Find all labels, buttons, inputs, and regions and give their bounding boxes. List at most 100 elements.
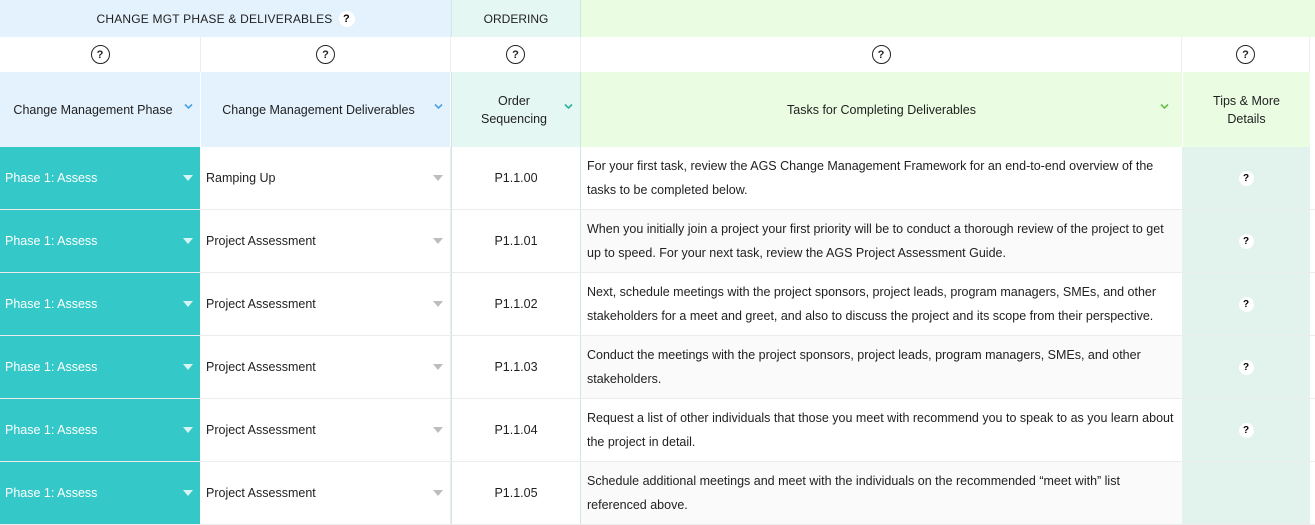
dropdown-caret-icon[interactable]: [183, 238, 193, 244]
task-text: Next, schedule meetings with the project…: [587, 285, 1157, 323]
phase-dropdown[interactable]: Phase 1: Assess: [0, 147, 201, 209]
table-row: Phase 1: Assess Project Assessment P1.1.…: [0, 336, 1315, 399]
order-cell[interactable]: P1.1.01: [451, 210, 581, 272]
task-cell[interactable]: Schedule additional meetings and meet wi…: [581, 462, 1182, 524]
tips-label-line1: Tips & More: [1213, 93, 1280, 108]
task-cell[interactable]: For your first task, review the AGS Chan…: [581, 147, 1182, 209]
phase-dropdown[interactable]: Phase 1: Assess: [0, 336, 201, 398]
phase-value: Phase 1: Assess: [5, 234, 98, 248]
deliverable-value: Project Assessment: [206, 360, 316, 374]
order-value: P1.1.04: [494, 423, 538, 437]
order-value: P1.1.03: [494, 360, 538, 374]
column-header-tips[interactable]: Tips & More Details: [1182, 72, 1310, 147]
phase-value: Phase 1: Assess: [5, 486, 98, 500]
chevron-down-icon[interactable]: [563, 101, 574, 112]
order-cell[interactable]: P1.1.00: [451, 147, 581, 209]
phase-value: Phase 1: Assess: [5, 423, 98, 437]
group-header-change-mgt-label: CHANGE MGT PHASE & DELIVERABLES: [96, 11, 333, 26]
data-rows: Phase 1: Assess Ramping Up P1.1.00 For y…: [0, 147, 1315, 525]
tips-help-icon[interactable]: ?: [1238, 170, 1254, 186]
task-text: For your first task, review the AGS Chan…: [587, 159, 1154, 197]
phase-dropdown[interactable]: Phase 1: Assess: [0, 210, 201, 272]
group-header-ordering: ORDERING: [451, 0, 581, 37]
tips-help-icon[interactable]: ?: [1238, 359, 1254, 375]
dropdown-caret-icon[interactable]: [433, 301, 443, 307]
task-text: Conduct the meetings with the project sp…: [587, 348, 1141, 386]
deliverable-dropdown[interactable]: Project Assessment: [201, 273, 451, 335]
table-row: Phase 1: Assess Project Assessment P1.1.…: [0, 273, 1315, 336]
dropdown-caret-icon[interactable]: [183, 175, 193, 181]
dropdown-caret-icon[interactable]: [433, 490, 443, 496]
tips-help-icon[interactable]: ?: [1238, 233, 1254, 249]
task-text: Request a list of other individuals that…: [587, 411, 1174, 449]
dropdown-caret-icon[interactable]: [433, 175, 443, 181]
group-header-row: CHANGE MGT PHASE & DELIVERABLES ? ORDERI…: [0, 0, 1315, 37]
order-label-line2: Sequencing: [480, 111, 548, 126]
dropdown-caret-icon[interactable]: [433, 427, 443, 433]
help-deliverables-icon[interactable]: ?: [316, 45, 335, 64]
help-tips-icon[interactable]: ?: [1236, 45, 1255, 64]
task-cell[interactable]: Next, schedule meetings with the project…: [581, 273, 1182, 335]
dropdown-caret-icon[interactable]: [433, 238, 443, 244]
tips-help-icon[interactable]: ?: [1238, 422, 1254, 438]
dropdown-caret-icon[interactable]: [183, 490, 193, 496]
tips-label-line2: Details: [1227, 111, 1266, 126]
tips-cell[interactable]: [1182, 462, 1310, 524]
column-header-tips-label: Tips & More Details: [1213, 92, 1280, 128]
tips-cell[interactable]: ?: [1182, 147, 1310, 209]
task-cell[interactable]: When you initially join a project your f…: [581, 210, 1182, 272]
order-cell[interactable]: P1.1.03: [451, 336, 581, 398]
phase-dropdown[interactable]: Phase 1: Assess: [0, 462, 201, 524]
task-cell[interactable]: Conduct the meetings with the project sp…: [581, 336, 1182, 398]
dropdown-caret-icon[interactable]: [183, 427, 193, 433]
dropdown-caret-icon[interactable]: [183, 301, 193, 307]
help-cell-tasks: ?: [581, 37, 1182, 72]
column-header-order[interactable]: Order Sequencing: [451, 72, 581, 147]
row-edge: [1310, 273, 1315, 335]
spreadsheet-grid: CHANGE MGT PHASE & DELIVERABLES ? ORDERI…: [0, 0, 1315, 525]
deliverable-value: Project Assessment: [206, 297, 316, 311]
help-row: ? ? ? ? ?: [0, 37, 1315, 72]
deliverable-dropdown[interactable]: Project Assessment: [201, 399, 451, 461]
group-header-ordering-label: ORDERING: [483, 11, 549, 26]
phase-dropdown[interactable]: Phase 1: Assess: [0, 273, 201, 335]
deliverable-dropdown[interactable]: Ramping Up: [201, 147, 451, 209]
order-cell[interactable]: P1.1.04: [451, 399, 581, 461]
deliverable-dropdown[interactable]: Project Assessment: [201, 462, 451, 524]
row-edge: [1310, 336, 1315, 398]
help-order-icon[interactable]: ?: [506, 45, 525, 64]
deliverable-dropdown[interactable]: Project Assessment: [201, 336, 451, 398]
row-edge: [1310, 210, 1315, 272]
chevron-down-icon[interactable]: [183, 101, 194, 112]
column-header-tasks[interactable]: Tasks for Completing Deliverables: [581, 72, 1182, 147]
help-cell-tips: ?: [1182, 37, 1310, 72]
dropdown-caret-icon[interactable]: [433, 364, 443, 370]
chevron-down-icon[interactable]: [433, 101, 444, 112]
tips-cell[interactable]: ?: [1182, 399, 1310, 461]
deliverable-value: Project Assessment: [206, 486, 316, 500]
tips-cell[interactable]: ?: [1182, 336, 1310, 398]
phase-value: Phase 1: Assess: [5, 360, 98, 374]
dropdown-caret-icon[interactable]: [183, 364, 193, 370]
task-cell[interactable]: Request a list of other individuals that…: [581, 399, 1182, 461]
tips-cell[interactable]: ?: [1182, 273, 1310, 335]
phase-dropdown[interactable]: Phase 1: Assess: [0, 399, 201, 461]
group-header-tasks: [581, 0, 1315, 37]
order-value: P1.1.00: [494, 171, 538, 185]
tips-cell[interactable]: ?: [1182, 210, 1310, 272]
column-header-phase[interactable]: Change Management Phase: [0, 72, 201, 147]
order-cell[interactable]: P1.1.02: [451, 273, 581, 335]
column-header-deliverables[interactable]: Change Management Deliverables: [201, 72, 451, 147]
help-phase-icon[interactable]: ?: [90, 45, 110, 64]
group-header-change-mgt: CHANGE MGT PHASE & DELIVERABLES ?: [0, 0, 451, 37]
chevron-down-icon[interactable]: [1159, 101, 1170, 112]
help-tasks-icon[interactable]: ?: [871, 45, 891, 64]
order-cell[interactable]: P1.1.05: [451, 462, 581, 524]
column-header-row: Change Management Phase Change Managemen…: [0, 72, 1315, 147]
table-row: Phase 1: Assess Project Assessment P1.1.…: [0, 399, 1315, 462]
group-help-icon[interactable]: ?: [338, 10, 355, 27]
order-label-line1: Order: [498, 93, 530, 108]
order-value: P1.1.05: [494, 486, 538, 500]
tips-help-icon[interactable]: ?: [1238, 296, 1254, 312]
deliverable-dropdown[interactable]: Project Assessment: [201, 210, 451, 272]
